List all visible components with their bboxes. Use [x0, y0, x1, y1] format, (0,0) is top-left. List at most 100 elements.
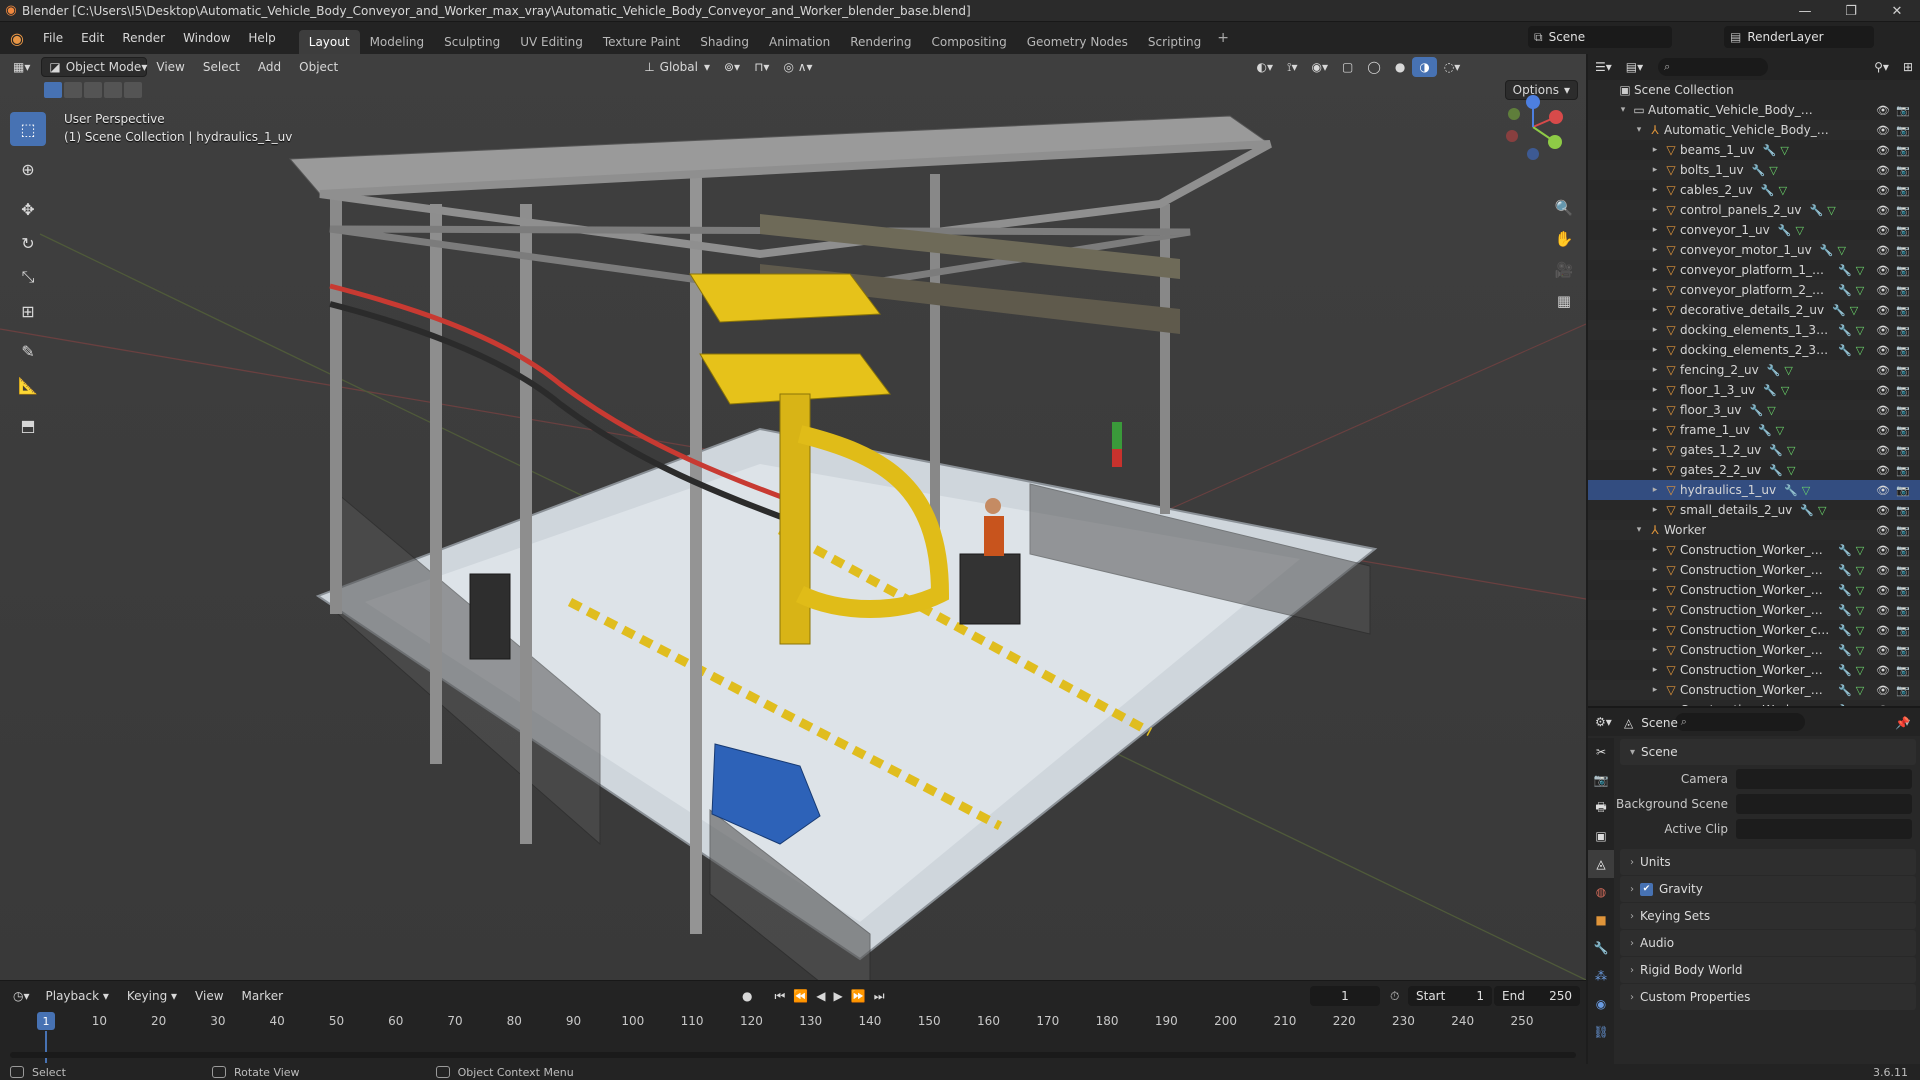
end-frame-field[interactable]: End 250 [1494, 986, 1580, 1006]
outliner-row[interactable]: ▸ ▽ docking_elements_2_3_uv 🔧 ▽ 👁 📷 [1588, 340, 1920, 360]
render-camera-icon[interactable]: 📷 [1896, 264, 1910, 277]
modifier-icon[interactable]: 🔧 [1838, 644, 1852, 657]
jump-end-icon[interactable]: ⏭ [874, 989, 885, 1004]
overlays-toggle-icon[interactable]: ◉▾ [1305, 57, 1336, 77]
mesh-data-icon[interactable]: ▽ [1856, 564, 1864, 577]
expand-arrow-icon[interactable]: ▸ [1648, 425, 1662, 435]
collapsed-section-header[interactable]: › Custom Properties [1620, 984, 1916, 1010]
mesh-data-icon[interactable]: ▽ [1795, 224, 1803, 237]
visibility-eye-icon[interactable]: 👁 [1876, 564, 1890, 577]
visibility-eye-icon[interactable]: 👁 [1876, 424, 1890, 437]
outliner-row[interactable]: ▸ ▽ Construction_Worker_C_Eye_R 🔧 ▽ 👁 📷 [1588, 600, 1920, 620]
modifier-icon[interactable]: 🔧 [1838, 344, 1852, 357]
outliner-row[interactable]: ▸ ▽ Construction_Worker_gum_lowe 🔧 ▽ 👁 📷 [1588, 680, 1920, 700]
annotate-tool-icon[interactable]: ✎ [10, 334, 46, 368]
render-camera-icon[interactable]: 📷 [1896, 684, 1910, 697]
preview-range-icon[interactable]: ⏱ [1390, 989, 1399, 1004]
property-value-field[interactable] [1736, 818, 1912, 839]
expand-arrow-icon[interactable]: ▸ [1648, 205, 1662, 215]
outliner-row[interactable]: ▾ ⅄ Worker 👁 📷 [1588, 520, 1920, 540]
collapsed-section-header[interactable]: › Units [1620, 849, 1916, 875]
mesh-data-icon[interactable]: ▽ [1784, 364, 1792, 377]
expand-arrow-icon[interactable]: ▸ [1648, 585, 1662, 595]
modifier-icon[interactable]: 🔧 [1838, 604, 1852, 617]
visibility-eye-icon[interactable]: 👁 [1876, 344, 1890, 357]
xray-toggle-icon[interactable]: ▢ [1335, 57, 1360, 77]
modifier-icon[interactable]: 🔧 [1784, 484, 1798, 497]
tool-tab-icon[interactable]: ✂ [1588, 738, 1614, 766]
visibility-eye-icon[interactable]: 👁 [1876, 384, 1890, 397]
maximize-icon[interactable]: ❐ [1828, 0, 1874, 22]
menu-file[interactable]: File [34, 22, 72, 54]
menu-window[interactable]: Window [174, 22, 239, 54]
render-camera-icon[interactable]: 📷 [1896, 524, 1910, 537]
visibility-eye-icon[interactable]: 👁 [1876, 484, 1890, 497]
outliner-row[interactable]: ▸ ▽ gates_1_2_uv 🔧 ▽ 👁 📷 [1588, 440, 1920, 460]
visibility-eye-icon[interactable]: 👁 [1876, 664, 1890, 677]
render-camera-icon[interactable]: 📷 [1896, 564, 1910, 577]
menu-render[interactable]: Render [113, 22, 174, 54]
mesh-data-icon[interactable]: ▽ [1767, 404, 1775, 417]
outliner-row[interactable]: ▸ ▽ gates_2_2_uv 🔧 ▽ 👁 📷 [1588, 460, 1920, 480]
select-subtract-icon[interactable] [84, 82, 102, 98]
modifier-icon[interactable]: 🔧 [1769, 464, 1783, 477]
outliner-row[interactable]: ▸ ▽ fencing_2_uv 🔧 ▽ 👁 📷 [1588, 360, 1920, 380]
properties-editor-type-icon[interactable]: ⚙▾ [1588, 712, 1619, 732]
zoom-icon[interactable]: 🔍 [1550, 194, 1578, 222]
outliner-row[interactable]: ▸ ▽ conveyor_motor_1_uv 🔧 ▽ 👁 📷 [1588, 240, 1920, 260]
expand-arrow-icon[interactable]: ▸ [1648, 385, 1662, 395]
visibility-eye-icon[interactable]: 👁 [1876, 464, 1890, 477]
expand-arrow-icon[interactable]: ▸ [1648, 325, 1662, 335]
editor-type-icon[interactable]: ▦▾ [6, 57, 37, 77]
visibility-eye-icon[interactable]: 👁 [1876, 304, 1890, 317]
constraints-tab-icon[interactable]: ⛓ [1588, 1018, 1614, 1046]
timeline-menu-keying[interactable]: Keying ▾ [118, 981, 186, 1011]
tab-scripting[interactable]: Scripting [1138, 30, 1211, 54]
modifier-icon[interactable]: 🔧 [1838, 624, 1852, 637]
select-box-tool-icon[interactable]: ⬚ [10, 112, 46, 146]
tab-geometry-nodes[interactable]: Geometry Nodes [1017, 30, 1138, 54]
expand-arrow-icon[interactable]: ▸ [1648, 505, 1662, 515]
menu-edit[interactable]: Edit [72, 22, 113, 54]
visibility-eye-icon[interactable]: 👁 [1876, 144, 1890, 157]
timeline-menu-playback[interactable]: Playback ▾ [37, 981, 118, 1011]
view-layer-tab-icon[interactable]: ▣ [1588, 822, 1614, 850]
mesh-data-icon[interactable]: ▽ [1780, 144, 1788, 157]
outliner-row[interactable]: ▸ ▽ conveyor_1_uv 🔧 ▽ 👁 📷 [1588, 220, 1920, 240]
outliner-row[interactable]: ▸ ▽ Construction_Worker_Eye_L 🔧 ▽ 👁 📷 [1588, 640, 1920, 660]
visibility-eye-icon[interactable]: 👁 [1876, 584, 1890, 597]
mesh-data-icon[interactable]: ▽ [1856, 344, 1864, 357]
outliner[interactable]: ☰▾ ▤▾ ⌕ ⚲▾ ⊞ ▣ Scene Collection ▾ ▭ Automa… [1588, 54, 1920, 706]
expand-arrow-icon[interactable]: ▸ [1648, 245, 1662, 255]
visibility-eye-icon[interactable]: 👁 [1876, 644, 1890, 657]
pin-icon[interactable]: 📌 [1895, 716, 1910, 730]
new-collection-icon[interactable]: ⊞ [1896, 57, 1920, 77]
select-invert-icon[interactable] [104, 82, 122, 98]
render-camera-icon[interactable]: 📷 [1896, 424, 1910, 437]
outliner-row[interactable]: ▸ ▽ decorative_details_2_uv 🔧 ▽ 👁 📷 [1588, 300, 1920, 320]
visibility-eye-icon[interactable]: 👁 [1876, 684, 1890, 697]
render-camera-icon[interactable]: 📷 [1896, 664, 1910, 677]
select-intersect-icon[interactable] [124, 82, 142, 98]
timeline-scrollbar[interactable] [10, 1052, 1576, 1058]
collapse-arrow-icon[interactable]: ▾ [1632, 125, 1646, 135]
particles-tab-icon[interactable]: ⁂ [1588, 962, 1614, 990]
tab-animation[interactable]: Animation [759, 30, 840, 54]
minimize-icon[interactable]: — [1782, 0, 1828, 22]
expand-arrow-icon[interactable]: ▸ [1648, 605, 1662, 615]
expand-arrow-icon[interactable]: ▸ [1648, 465, 1662, 475]
outliner-row[interactable]: ▸ ▽ frame_1_uv 🔧 ▽ 👁 📷 [1588, 420, 1920, 440]
visibility-icon[interactable]: ◐▾ [1250, 57, 1281, 77]
render-camera-icon[interactable]: 📷 [1896, 544, 1910, 557]
visibility-eye-icon[interactable]: 👁 [1876, 204, 1890, 217]
tab-sculpting[interactable]: Sculpting [434, 30, 510, 54]
visibility-eye-icon[interactable]: 👁 [1876, 624, 1890, 637]
expand-arrow-icon[interactable]: ▸ [1648, 225, 1662, 235]
expand-arrow-icon[interactable]: ▸ [1648, 665, 1662, 675]
scene-section-header[interactable]: ▾ Scene [1620, 739, 1916, 765]
render-camera-icon[interactable]: 📷 [1896, 124, 1910, 137]
modifier-icon[interactable]: 🔧 [1838, 284, 1852, 297]
visibility-eye-icon[interactable]: 👁 [1876, 284, 1890, 297]
outliner-row[interactable]: ▸ ▽ docking_elements_1_3_uv 🔧 ▽ 👁 📷 [1588, 320, 1920, 340]
modifier-icon[interactable]: 🔧 [1778, 224, 1792, 237]
